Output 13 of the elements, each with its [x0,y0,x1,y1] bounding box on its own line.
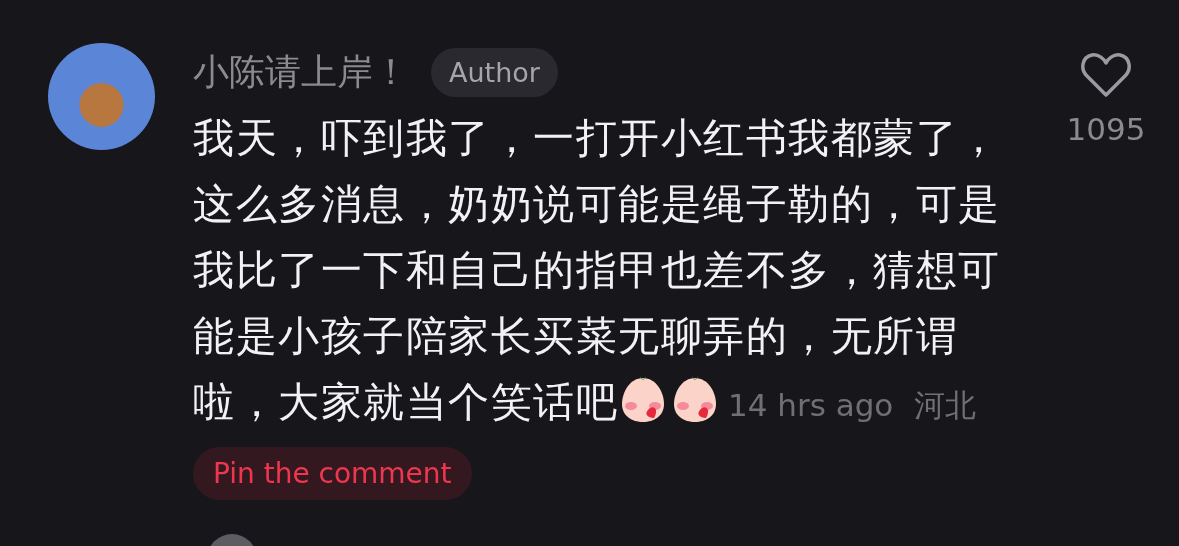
comment-text-line: 能是小孩子陪家长买菜无聊弄的，无所谓 [193,312,958,360]
location: 河北 [913,387,976,423]
pin-comment-button[interactable]: Pin the comment [193,447,472,500]
timestamp: 14 hrs ago [728,387,894,423]
heart-icon[interactable] [1080,51,1132,99]
username[interactable]: 小陈请上岸！ [193,47,409,97]
comment-text-line: 我比了一下和自己的指甲也差不多，猜想可 [193,246,1001,294]
comment-text-line: 啦，大家就当个笑话吧 [193,378,618,426]
comment-text-line: 我天，吓到我了，一打开小红书我都蒙了， [193,114,1001,162]
like-count: 1095 [1066,111,1146,147]
avatar[interactable] [48,43,155,150]
comment-text-line: 这么多消息，奶奶说可能是绳子勒的，可是 [193,180,1001,228]
author-badge: Author [431,47,558,97]
